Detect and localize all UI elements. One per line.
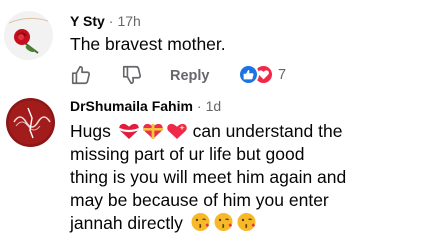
timestamp[interactable]: 17h bbox=[117, 13, 140, 29]
heart-gift-icon bbox=[142, 122, 164, 140]
separator-dot: · bbox=[196, 98, 202, 114]
author-name[interactable]: Y Sty bbox=[70, 13, 105, 29]
comment-text: The bravest mother. bbox=[70, 34, 226, 54]
comment-line: Hugs can understand the bbox=[70, 120, 422, 143]
comment-line-text: Hugs bbox=[70, 121, 111, 141]
timestamp[interactable]: 1d bbox=[206, 98, 222, 114]
kiss-face-icon bbox=[236, 212, 257, 232]
comment-header: Y Sty · 17h bbox=[70, 13, 141, 29]
separator-dot: · bbox=[108, 13, 114, 29]
heart-ribbon-icon bbox=[118, 122, 140, 140]
comment-line: may be because of him you enter bbox=[70, 190, 329, 210]
reply-button[interactable]: Reply bbox=[170, 68, 210, 84]
comment-line: missing part of ur life but good bbox=[70, 144, 305, 164]
sparkling-heart-icon bbox=[166, 122, 188, 140]
thumbs-down-icon[interactable] bbox=[121, 64, 143, 86]
like-reaction-icon bbox=[238, 64, 259, 85]
comment-line: jannah directly bbox=[70, 212, 422, 235]
kiss-face-icon bbox=[213, 212, 234, 232]
author-name[interactable]: DrShumaila Fahim bbox=[70, 98, 193, 114]
comment-text: Hugs can understand the missing part of … bbox=[70, 120, 422, 235]
thumbs-up-icon[interactable] bbox=[70, 64, 92, 86]
reaction-count: 7 bbox=[278, 66, 287, 83]
rose-avatar[interactable] bbox=[4, 11, 53, 60]
reactions-summary[interactable]: 7 bbox=[238, 64, 286, 85]
comment-line-text: can understand the bbox=[192, 121, 343, 141]
kiss-face-icon bbox=[190, 212, 211, 232]
comment-line-text: jannah directly bbox=[70, 213, 183, 233]
wave-avatar[interactable] bbox=[6, 98, 55, 147]
comment-line: thing is you will meet him again and bbox=[70, 167, 347, 187]
comment-header: DrShumaila Fahim · 1d bbox=[70, 98, 221, 114]
